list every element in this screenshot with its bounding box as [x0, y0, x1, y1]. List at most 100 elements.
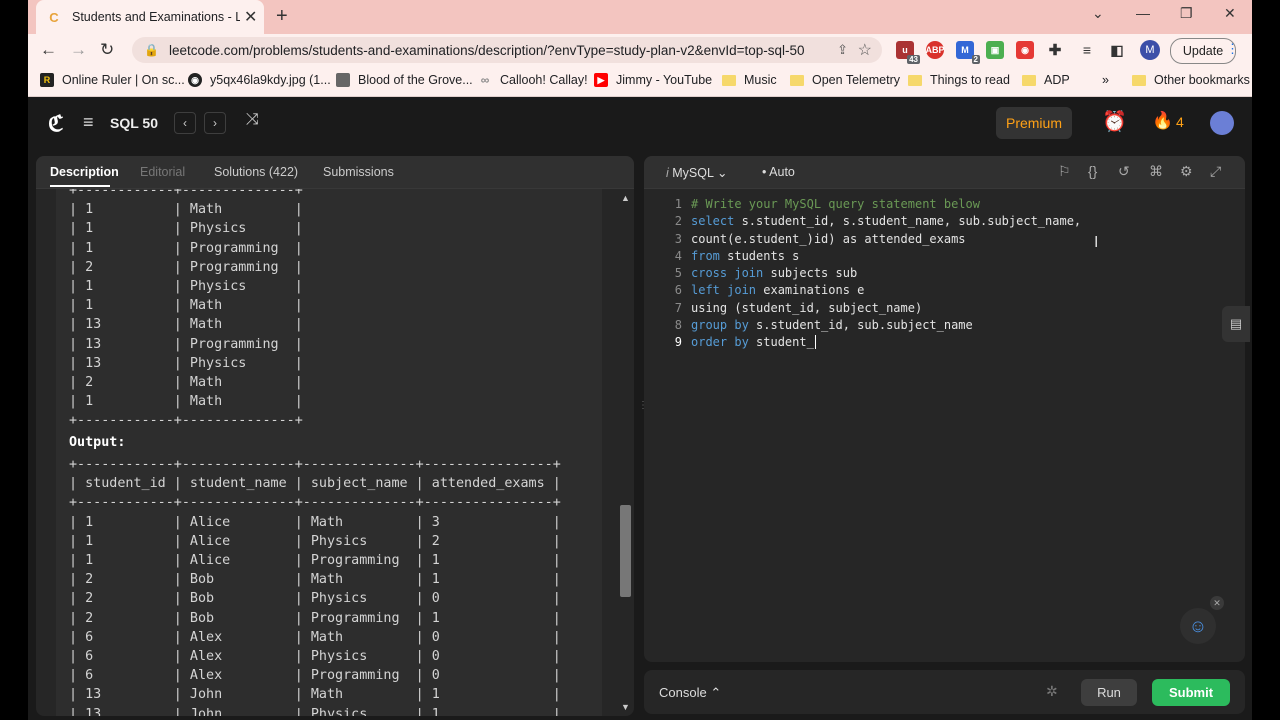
back-icon[interactable]: ← [40, 40, 57, 60]
forward-icon[interactable]: → [70, 40, 87, 60]
problem-list-icon[interactable]: ≡ [83, 112, 94, 133]
shortcuts-icon[interactable]: ⌘ [1149, 163, 1163, 180]
examinations-table-rows: +------------+--------------+ | 1 | Math… [69, 189, 303, 429]
bookmark-star-icon[interactable]: ☆ [858, 40, 872, 60]
browser-window: C Students and Examinations - Lee ✕ + ⌄ … [28, 0, 1252, 720]
example-code-block: +------------+--------------+ | 1 | Math… [56, 189, 602, 716]
shuffle-icon[interactable]: ⤨ [246, 111, 259, 129]
bookmark-blood-grove[interactable]: Blood of the Grove... [336, 73, 473, 87]
text-caret [814, 335, 816, 350]
code-line[interactable]: cross join subjects sub [691, 265, 1081, 282]
tab-close-icon[interactable]: ✕ [244, 7, 257, 27]
code-line[interactable]: order by student_ [691, 334, 1081, 351]
profile-avatar[interactable]: M [1140, 40, 1160, 60]
description-scrollbar[interactable]: ▲ ▼ [616, 189, 634, 716]
bookmark-other[interactable]: Other bookmarks [1132, 73, 1250, 87]
address-bar[interactable]: 🔒 leetcode.com/problems/students-and-exa… [132, 37, 882, 63]
new-tab-icon[interactable]: + [276, 5, 288, 28]
leetcode-logo-icon[interactable]: ℭ [48, 111, 63, 137]
output-table: +------------+--------------+-----------… [69, 457, 561, 716]
bookmark-folder-music[interactable]: Music [722, 73, 777, 87]
debug-bug-icon[interactable]: ✲ [1046, 683, 1058, 700]
bookmark-folder-things[interactable]: Things to read [908, 73, 1010, 87]
feedback-icon[interactable]: ☺ [1180, 608, 1216, 644]
bookmark-folder-adp[interactable]: ADP [1022, 73, 1070, 87]
bookmark-online-ruler[interactable]: R Online Ruler | On sc... [40, 73, 185, 87]
streak-flame-icon[interactable]: 🔥 [1152, 111, 1173, 131]
tab-submissions[interactable]: Submissions [323, 165, 394, 179]
minimize-icon[interactable]: — [1136, 5, 1150, 21]
scroll-up-arrow-icon[interactable]: ▲ [621, 193, 630, 203]
bookmark-image[interactable]: ◉ y5qx46la9kdy.jpg (1... [188, 73, 331, 87]
fullscreen-icon[interactable]: ⤢ [1210, 163, 1221, 180]
settings-gear-icon[interactable]: ⚙ [1180, 163, 1193, 180]
next-problem-icon[interactable]: › [204, 112, 226, 134]
browser-tab[interactable]: C Students and Examinations - Lee ✕ [36, 0, 264, 34]
ublock-extension-icon[interactable]: u 43 [896, 41, 920, 64]
side-panel-icon[interactable]: ◧ [1108, 41, 1126, 59]
tab-solutions[interactable]: Solutions (422) [214, 165, 298, 179]
code-editor-panel: i MySQL ⌄ • Auto ⚐ {} ↺ ⌘ ⚙ ⤢ 123456789 … [644, 156, 1245, 662]
tab-search-chevron-icon[interactable]: ⌄ [1092, 5, 1104, 22]
share-icon[interactable]: ⇪ [837, 42, 848, 58]
study-plan-title[interactable]: SQL 50 [110, 115, 158, 131]
description-content: +------------+--------------+ | 1 | Math… [36, 189, 606, 716]
sql-keyword: select [691, 214, 735, 229]
auto-mode[interactable]: • Auto [762, 165, 795, 179]
premium-button[interactable]: Premium [996, 107, 1072, 139]
bookmark-folder-telemetry[interactable]: Open Telemetry [790, 73, 900, 87]
close-window-icon[interactable]: ✕ [1224, 5, 1236, 22]
notes-side-tab-icon[interactable]: ▤ [1222, 306, 1250, 342]
extensions-puzzle-icon[interactable]: ✚ [1046, 41, 1064, 59]
green-extension-icon[interactable]: ▣ [986, 41, 1004, 59]
reading-list-icon[interactable]: ≡ [1078, 41, 1096, 59]
screenshot-extension-icon[interactable]: ◉ [1016, 41, 1034, 59]
run-button[interactable]: Run [1081, 679, 1137, 706]
folder-icon [908, 74, 922, 86]
reload-icon[interactable]: ↻ [100, 40, 114, 60]
adblock-plus-icon[interactable]: ABP [926, 41, 945, 59]
console-toggle[interactable]: Console ⌃ [659, 685, 721, 701]
leetcode-header: ℭ ≡ SQL 50 ‹ › ⤨ Premium ⏰ 🔥 4 [28, 97, 1252, 149]
lock-icon[interactable]: 🔒 [144, 43, 159, 57]
code-line[interactable]: select s.student_id, s.student_name, sub… [691, 213, 1081, 230]
user-avatar[interactable] [1210, 111, 1234, 135]
scroll-down-arrow-icon[interactable]: ▼ [621, 702, 630, 712]
restore-icon[interactable]: ❐ [1180, 5, 1193, 22]
line-number: 6 [674, 283, 682, 298]
prev-problem-icon[interactable]: ‹ [174, 112, 196, 134]
feedback-close-icon[interactable]: ✕ [1210, 596, 1224, 610]
code-line[interactable]: # Write your MySQL query statement below [691, 196, 1081, 213]
language-select[interactable]: i MySQL ⌄ [666, 165, 727, 180]
code-line[interactable]: using (student_id, subject_name) [691, 300, 1081, 317]
leetcode-favicon-icon: C [49, 9, 59, 25]
url-text: leetcode.com/problems/students-and-exami… [168, 42, 805, 58]
submit-button[interactable]: Submit [1152, 679, 1230, 706]
code-area[interactable]: # Write your MySQL query statement below… [691, 196, 1081, 352]
bookmark-callooh[interactable]: ∞ Callooh! Callay! [478, 73, 588, 87]
code-line[interactable]: group by s.student_id, sub.subject_name [691, 317, 1081, 334]
format-braces-icon[interactable]: {} [1088, 163, 1097, 179]
editor-toolbar: i MySQL ⌄ • Auto ⚐ {} ↺ ⌘ ⚙ ⤢ [644, 156, 1245, 189]
left-frame [0, 0, 28, 720]
bookmark-icon[interactable]: ⚐ [1058, 163, 1071, 180]
menu-dots-icon[interactable]: ⋮ [1226, 41, 1239, 57]
code-token: count(e.student_)id) as attended_exams [691, 231, 966, 246]
malwarebytes-icon[interactable]: M2 [956, 41, 980, 64]
tab-description[interactable]: Description [50, 165, 119, 179]
bookmarks-overflow[interactable]: » [1102, 73, 1109, 87]
scroll-thumb[interactable] [620, 505, 631, 597]
bookmarks-bar: R Online Ruler | On sc... ◉ y5qx46la9kdy.j… [28, 66, 1252, 97]
line-number: 8 [674, 318, 682, 333]
tab-strip: C Students and Examinations - Lee ✕ + ⌄ … [28, 0, 1252, 34]
code-line[interactable]: count(e.student_)id) as attended_exams [691, 231, 1081, 248]
reset-icon[interactable]: ↺ [1118, 163, 1130, 180]
code-line[interactable]: left join examinations e [691, 282, 1081, 299]
timer-icon[interactable]: ⏰ [1102, 109, 1127, 134]
code-line[interactable]: from students s [691, 248, 1081, 265]
tab-title: Students and Examinations - Lee [72, 10, 240, 24]
code-token: subjects sub [763, 266, 858, 281]
folder-icon [1132, 74, 1146, 86]
tab-editorial[interactable]: Editorial [140, 165, 185, 179]
bookmark-youtube[interactable]: ▶ Jimmy - YouTube [594, 73, 712, 87]
